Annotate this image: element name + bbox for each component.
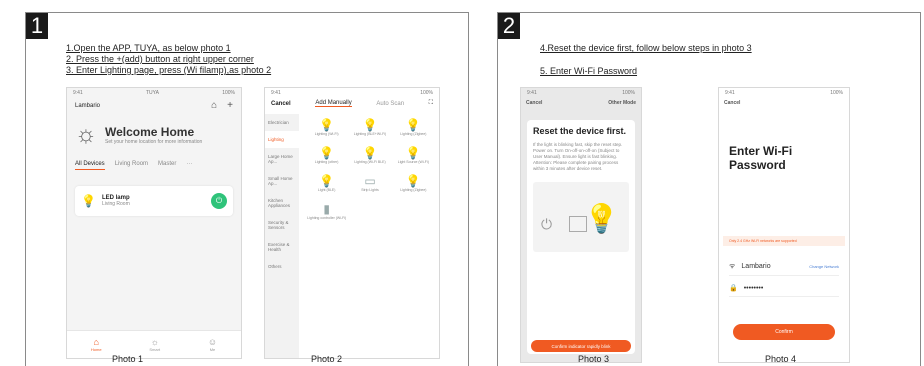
wifi-icon: ᯤ [729, 263, 736, 270]
device-card[interactable]: 💡 LED lamp Living Room ⏻ [75, 186, 233, 216]
category-list: Electrician Lighting Large Home Ap... Sm… [265, 114, 299, 358]
power-switch-icon: ⏻ [541, 216, 553, 232]
device-type-grid: 💡 Lighting (Wi-Fi) 💡 Lighting (BLE+Wi-Fi) … [305, 118, 435, 220]
instruction-line-1: 1.Open the APP, TUYA, as below photo 1 [66, 43, 231, 53]
change-network-link[interactable]: Change Network [809, 264, 839, 269]
tab-all-devices[interactable]: All Devices [75, 161, 105, 170]
controller-icon: ▮ [323, 202, 330, 216]
category-item[interactable]: Exercise & Health [265, 236, 299, 258]
confirm-blink-button[interactable]: Confirm indicator rapidly blink [531, 340, 631, 352]
tab-living-room[interactable]: Living Room [115, 161, 148, 170]
category-item[interactable]: Large Home Ap... [265, 148, 299, 170]
bulb-icon: 💡 [584, 203, 619, 234]
tab-auto-scan[interactable]: Auto Scan [376, 101, 404, 107]
instruction-line-4: 4.Reset the device first, follow below s… [540, 43, 752, 53]
photo2-add-device-screen: 9:41 100% Cancel Add Manually Auto Scan ⛶… [264, 87, 440, 359]
photo1-home-screen: 9:41 TUYA 100% Lambario ⌂ + ☼ Welcome Home… [66, 87, 242, 359]
nav-home[interactable]: ⌂ Home [91, 337, 102, 352]
wifi-warning: Only 2.4 GHz Wi-Fi networks are supporte… [723, 236, 845, 246]
nav-me[interactable]: ☺ Me [208, 337, 217, 352]
power-icon[interactable]: ⏻ [211, 193, 227, 209]
confirm-button[interactable]: Confirm [733, 324, 835, 340]
device-type-item[interactable]: 💡 Light (BLE) [305, 174, 348, 192]
category-item[interactable]: Electrician [265, 114, 299, 131]
device-type-item[interactable]: ▮ Lighting controller (Wi-Fi) [305, 202, 348, 220]
category-item[interactable]: Kitchen Appliances [265, 192, 299, 214]
nav-smart[interactable]: ☼ Smart [149, 337, 160, 352]
add-device-icon[interactable]: + [227, 100, 233, 111]
other-mode-button[interactable]: Other Mode [608, 100, 636, 106]
password-row[interactable]: 🔒 •••••••• [729, 284, 839, 297]
notification-icon[interactable]: ⌂ [211, 100, 217, 111]
ssid-value: Lambario [741, 263, 771, 270]
welcome-title: Welcome Home [105, 125, 195, 139]
status-bar: 9:41 TUYA 100% [73, 90, 235, 96]
bulb-icon: 💡 [319, 174, 335, 188]
cancel-button[interactable]: Cancel [526, 100, 542, 106]
lock-icon: 🔒 [729, 285, 738, 292]
home-icon: ⌂ [93, 337, 99, 347]
step-number-badge: 2 [498, 13, 520, 39]
bulb-icon: 💡 [362, 118, 378, 132]
category-item-lighting[interactable]: Lighting [265, 131, 299, 148]
device-type-item[interactable]: 💡 Lighting (Zigbee) [392, 174, 435, 192]
bulb-icon: 💡 [319, 118, 335, 132]
bulb-icon: 💡 [405, 174, 421, 188]
reset-card: Reset the device first. If the light is … [527, 120, 635, 354]
photo4-caption: Photo 4 [765, 354, 797, 364]
wifi-title: Enter Wi-Fi Password [729, 144, 793, 172]
photo1-caption: Photo 1 [112, 354, 144, 364]
photo2-caption: Photo 2 [311, 354, 343, 364]
instruction-line-3: 3. Enter Lighting page, press (Wi filamp… [66, 65, 272, 75]
scan-icon[interactable]: ⛶ [429, 100, 433, 107]
bottom-nav: ⌂ Home ☼ Smart ☺ Me [67, 330, 241, 358]
device-room: Living Room [101, 201, 130, 207]
home-selector[interactable]: Lambario [75, 103, 100, 109]
smart-icon: ☼ [150, 337, 159, 347]
instruction-line-5: 5. Enter Wi-Fi Password [540, 66, 638, 76]
photo4-wifi-screen: 9:41 100% Cancel Enter Wi-Fi Password Onl… [718, 87, 850, 363]
bulb-icon: 💡 [319, 146, 335, 160]
device-type-item[interactable]: 💡 Light Source (Wi-Fi) [392, 146, 435, 164]
bulb-icon: 💡 [405, 146, 421, 160]
tab-master[interactable]: Master [158, 161, 176, 170]
step1-panel: 1 1.Open the APP, TUYA, as below photo 1… [25, 12, 469, 366]
cancel-button[interactable]: Cancel [271, 101, 291, 107]
tab-add-manually[interactable]: Add Manually [315, 100, 352, 107]
category-item[interactable]: Security & Sensors [265, 214, 299, 236]
step2-panel: 2 4.Reset the device first, follow below… [497, 12, 921, 366]
device-type-item[interactable]: 💡 Lighting (other) [305, 146, 348, 164]
category-item[interactable]: Others [265, 258, 299, 275]
sun-icon: ☼ [75, 121, 97, 148]
device-type-item[interactable]: 💡 Lighting (Wi-Fi) [305, 118, 348, 136]
instruction-line-2: 2. Press the +(add) button at right uppe… [66, 54, 254, 64]
device-type-item[interactable]: 💡 Lighting (Wi-Fi BLE) [348, 146, 391, 164]
more-icon[interactable]: ··· [186, 161, 192, 170]
welcome-subtitle: Set your home location for more informat… [105, 139, 203, 145]
user-icon: ☺ [207, 337, 218, 347]
cancel-button[interactable]: Cancel [724, 100, 740, 106]
category-item[interactable]: Small Home Ap... [265, 170, 299, 192]
ssid-row[interactable]: ᯤ Lambario Change Network [729, 262, 839, 276]
bulb-icon: 💡 [81, 194, 96, 208]
reset-illustration: ⏻ 💡 [533, 182, 629, 252]
reset-title: Reset the device first. [533, 126, 627, 136]
bulb-icon: 💡 [362, 146, 378, 160]
bulb-icon: 💡 [405, 118, 421, 132]
photo3-reset-screen: 9:41 100% Cancel Other Mode Reset the dev… [520, 87, 642, 363]
strip-light-icon: ▭ [364, 174, 376, 188]
reset-instructions: If the light is blinking fast, skip the … [533, 142, 623, 171]
device-type-item[interactable]: ▭ Strip Lights [348, 174, 391, 192]
device-type-item[interactable]: 💡 Lighting (Zigbee) [392, 118, 435, 136]
device-type-item[interactable]: 💡 Lighting (BLE+Wi-Fi) [348, 118, 391, 136]
password-field[interactable]: •••••••• [744, 285, 764, 292]
photo3-caption: Photo 3 [578, 354, 610, 364]
step-number-badge: 1 [26, 13, 48, 39]
